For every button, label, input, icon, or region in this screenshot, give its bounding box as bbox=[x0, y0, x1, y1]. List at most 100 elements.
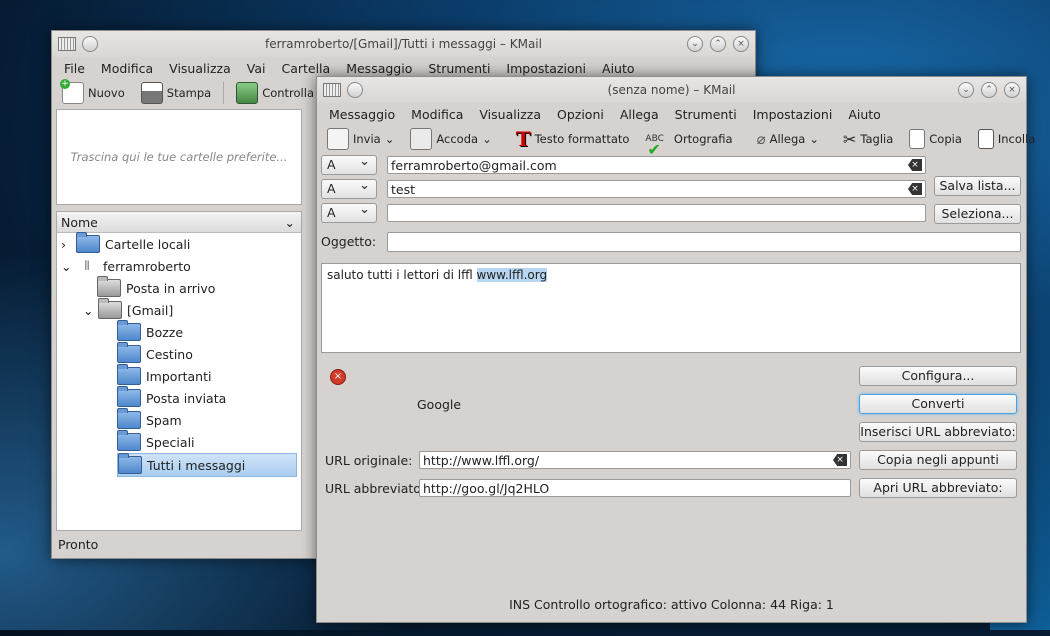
copy-to-clipboard-button[interactable]: Copia negli appunti bbox=[859, 450, 1017, 470]
chevron-down-icon[interactable]: ⌄ bbox=[809, 132, 819, 146]
save-list-button[interactable]: Salva lista... bbox=[934, 176, 1021, 196]
toolbar-separator bbox=[223, 82, 225, 104]
tree-item-inbox[interactable]: Posta in arrivo bbox=[97, 276, 215, 299]
menu-modifica[interactable]: Modifica bbox=[403, 107, 471, 122]
open-short-url-button[interactable]: Apri URL abbreviato: bbox=[859, 478, 1017, 498]
menu-visualizza[interactable]: Visualizza bbox=[471, 107, 549, 122]
folder-tree[interactable]: Nome ⌄ › Cartelle locali ⌄ ⫴ ferramroberto P… bbox=[56, 211, 302, 531]
maximize-icon[interactable]: ⌃ bbox=[981, 82, 997, 98]
download-mail-icon bbox=[236, 82, 259, 104]
expand-icon[interactable]: › bbox=[61, 237, 71, 252]
body-text: saluto tutti i lettori di lffl bbox=[327, 268, 477, 282]
paste-label: Incolla bbox=[997, 132, 1036, 146]
menu-opzioni[interactable]: Opzioni bbox=[549, 107, 612, 122]
recipient-type-3[interactable]: A bbox=[321, 201, 377, 223]
cut-button[interactable]: ✂ Taglia bbox=[837, 130, 899, 149]
attach-label: Allega bbox=[769, 132, 806, 146]
chevron-down-icon[interactable]: ⌄ bbox=[482, 132, 492, 146]
send-mail-icon bbox=[327, 128, 349, 150]
subject-field[interactable] bbox=[387, 232, 1021, 252]
copy-button[interactable]: Copia bbox=[903, 129, 968, 149]
chevron-down-icon[interactable]: ⌄ bbox=[385, 132, 395, 146]
short-url-field[interactable]: http://goo.gl/Jq2HLO bbox=[419, 479, 851, 497]
tree-label: [Gmail] bbox=[127, 302, 174, 318]
menu-vai[interactable]: Vai bbox=[239, 61, 274, 76]
insert-short-url-button[interactable]: Inserisci URL abbreviato: bbox=[859, 422, 1017, 442]
menu-modifica[interactable]: Modifica bbox=[93, 61, 161, 76]
tree-item-speciali[interactable]: Speciali bbox=[117, 430, 195, 453]
menu-aiuto[interactable]: Aiuto bbox=[840, 107, 889, 122]
menu-aiuto[interactable]: Aiuto bbox=[594, 61, 643, 76]
chevron-down-icon[interactable]: ⌄ bbox=[285, 215, 295, 230]
recipient-field-1[interactable]: ferramroberto@gmail.com × bbox=[387, 156, 926, 174]
queue-clock-icon bbox=[410, 128, 433, 150]
clear-field-icon[interactable]: × bbox=[908, 159, 922, 171]
menu-allega[interactable]: Allega bbox=[612, 107, 667, 122]
subject-label: Oggetto: bbox=[321, 234, 377, 249]
clear-field-icon[interactable]: × bbox=[833, 454, 847, 466]
tree-header[interactable]: Nome ⌄ bbox=[57, 212, 301, 233]
menu-impostazioni[interactable]: Impostazioni bbox=[498, 61, 594, 76]
menu-file[interactable]: File bbox=[56, 61, 93, 76]
collapse-icon[interactable]: ⌄ bbox=[83, 303, 93, 318]
menu-strumenti[interactable]: Strumenti bbox=[667, 107, 745, 122]
formatted-text-button[interactable]: T Testo formattato bbox=[510, 127, 636, 151]
text-format-icon: T bbox=[515, 127, 531, 151]
paste-button[interactable]: Incolla bbox=[972, 129, 1041, 149]
clear-field-icon[interactable]: × bbox=[908, 183, 922, 195]
toolbar-overflow-button[interactable]: › bbox=[1045, 132, 1050, 146]
menu-cartella[interactable]: Cartella bbox=[273, 61, 338, 76]
queue-button[interactable]: Accoda ⌄ bbox=[404, 128, 497, 150]
tree-item-cestino[interactable]: Cestino bbox=[117, 342, 193, 365]
composer-toolbar: Invia ⌄ Accoda ⌄ T Testo formattato ABC ✔ Ort… bbox=[317, 125, 1035, 159]
send-button[interactable]: Invia ⌄ bbox=[321, 128, 400, 150]
message-body-editor[interactable]: saluto tutti i lettori di lffl www.lffl.… bbox=[321, 263, 1021, 353]
close-icon[interactable]: × bbox=[1004, 82, 1020, 98]
tree-item-bozze[interactable]: Bozze bbox=[117, 320, 183, 343]
menu-messaggio[interactable]: Messaggio bbox=[321, 107, 403, 122]
tree-item-local[interactable]: › Cartelle locali bbox=[61, 232, 191, 255]
recipient-type-1[interactable]: A bbox=[321, 153, 377, 175]
menu-messaggio[interactable]: Messaggio bbox=[338, 61, 420, 76]
original-url-field[interactable]: http://www.lffl.org/ × bbox=[419, 451, 851, 469]
menu-impostazioni[interactable]: Impostazioni bbox=[745, 107, 841, 122]
configure-button[interactable]: Configura... bbox=[859, 366, 1017, 386]
menu-visualizza[interactable]: Visualizza bbox=[161, 61, 239, 76]
queue-label: Accoda bbox=[436, 132, 479, 146]
composer-titlebar[interactable]: (senza nome) – KMail ⌄ ⌃ × bbox=[317, 77, 1026, 103]
new-button[interactable]: + Nuovo bbox=[56, 79, 131, 104]
send-label: Invia bbox=[353, 132, 381, 146]
recipient-field-3[interactable] bbox=[387, 204, 926, 222]
folder-icon bbox=[76, 232, 100, 253]
spellcheck-button[interactable]: ABC ✔ Ortografia bbox=[639, 132, 738, 159]
cut-label: Taglia bbox=[860, 132, 894, 146]
print-button[interactable]: Stampa bbox=[135, 82, 217, 104]
main-titlebar[interactable]: ferramroberto/[Gmail]/Tutti i messaggi –… bbox=[52, 31, 755, 57]
body-link-selection[interactable]: www.lffl.org bbox=[476, 268, 548, 282]
close-icon[interactable]: × bbox=[733, 36, 749, 52]
tree-label: Cartelle locali bbox=[105, 236, 191, 252]
tree-item-account[interactable]: ⌄ ⫴ ferramroberto bbox=[61, 255, 191, 277]
convert-button[interactable]: Converti bbox=[859, 394, 1017, 414]
tree-item-tutti[interactable]: Tutti i messaggi bbox=[117, 453, 297, 477]
tree-item-spam[interactable]: Spam bbox=[117, 408, 182, 431]
maximize-icon[interactable]: ⌃ bbox=[710, 36, 726, 52]
favorite-folders-pane[interactable]: Trascina qui le tue cartelle preferite..… bbox=[56, 109, 302, 205]
tree-item-gmail[interactable]: ⌄ [Gmail] bbox=[83, 298, 174, 321]
copy-label: Copia bbox=[929, 132, 962, 146]
shortener-service: Google bbox=[417, 397, 462, 412]
minimize-icon[interactable]: ⌄ bbox=[958, 82, 974, 98]
recipient-value: test bbox=[391, 182, 416, 197]
tree-item-importanti[interactable]: Importanti bbox=[117, 364, 211, 387]
minimize-icon[interactable]: ⌄ bbox=[687, 36, 703, 52]
error-icon: × bbox=[330, 369, 346, 385]
attach-button[interactable]: ⌀ Allega ⌄ bbox=[751, 130, 825, 148]
recipient-field-2[interactable]: test × bbox=[387, 180, 926, 198]
recipient-type-2[interactable]: A bbox=[321, 177, 377, 199]
collapse-icon[interactable]: ⌄ bbox=[61, 259, 71, 274]
tree-item-inviata[interactable]: Posta inviata bbox=[117, 386, 227, 409]
folder-icon bbox=[117, 364, 141, 385]
select-recipients-button[interactable]: Seleziona... bbox=[934, 204, 1021, 224]
menu-strumenti[interactable]: Strumenti bbox=[420, 61, 498, 76]
tree-label: Posta inviata bbox=[146, 390, 227, 406]
